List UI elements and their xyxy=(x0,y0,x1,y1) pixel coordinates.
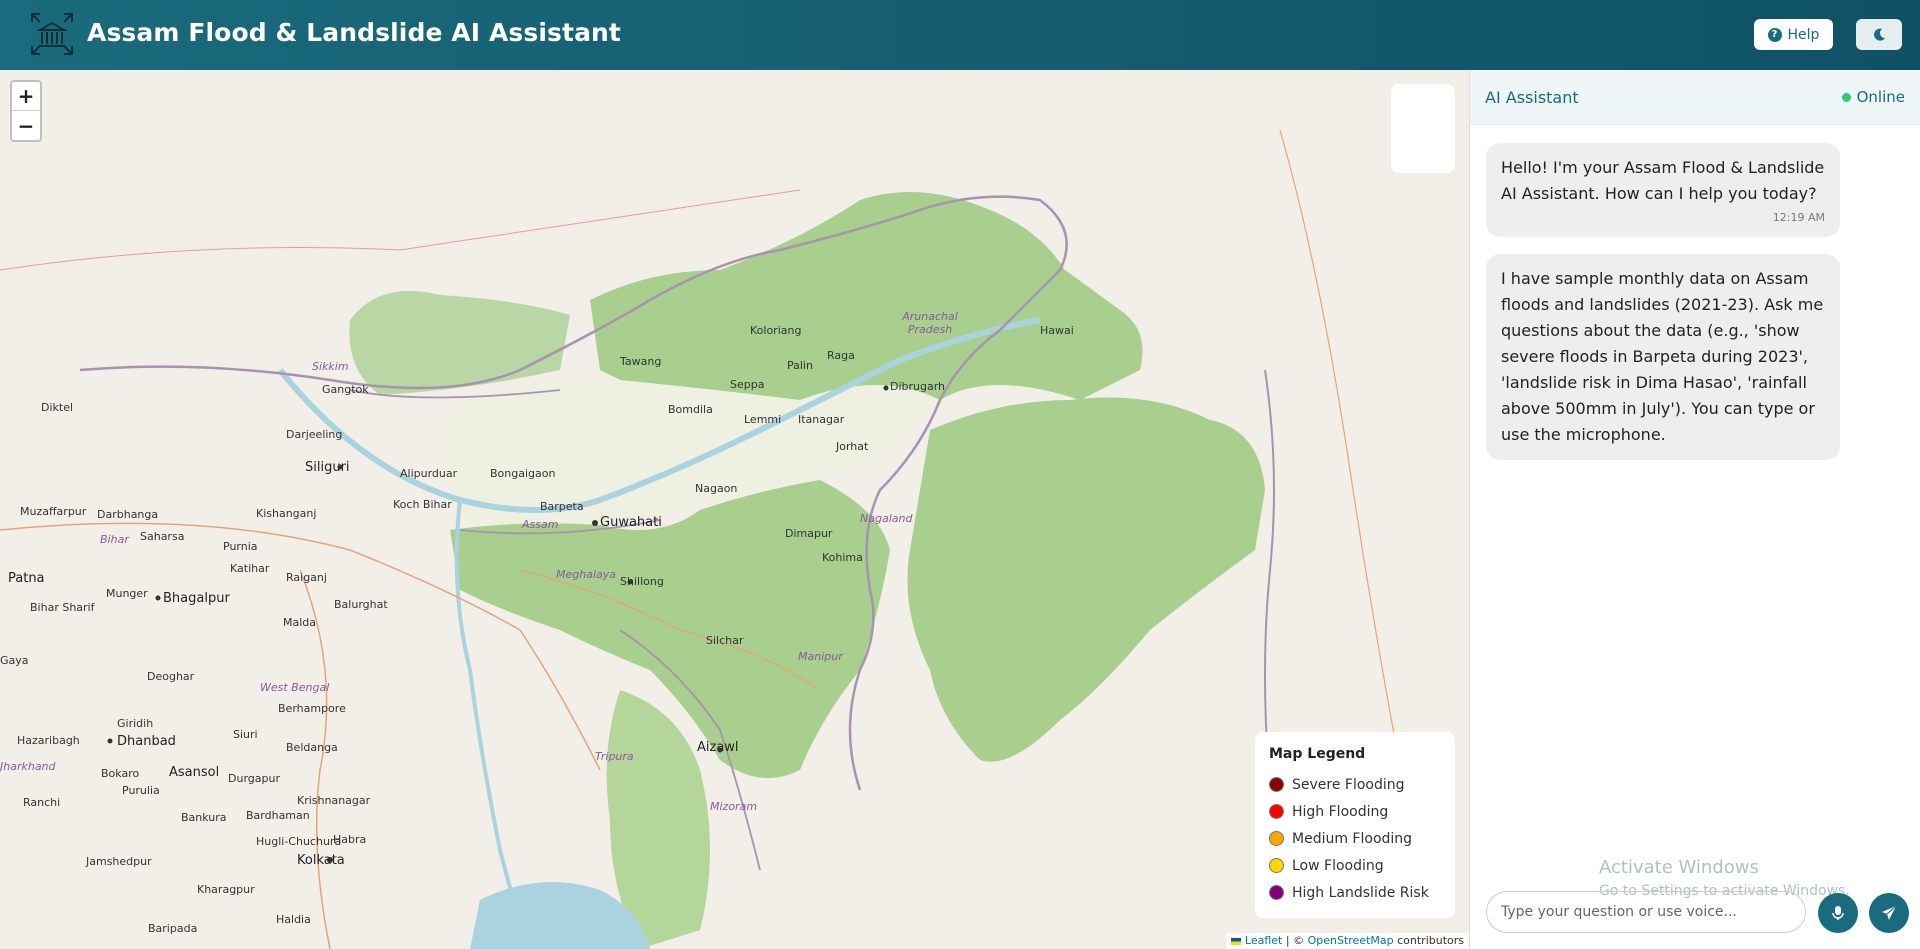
chat-message: I have sample monthly data on Assam floo… xyxy=(1486,254,1840,460)
chat-message: Hello! I'm your Assam Flood & Landslide … xyxy=(1486,143,1840,237)
map-attribution: Leaflet | © OpenStreetMap contributors xyxy=(1226,933,1469,949)
legend-item: High Landslide Risk xyxy=(1269,879,1441,906)
legend-item: Severe Flooding xyxy=(1269,771,1441,798)
legend-title: Map Legend xyxy=(1269,746,1366,762)
legend-swatch-high xyxy=(1269,804,1284,819)
activate-windows-title: Activate Windows xyxy=(1599,857,1759,878)
legend-swatch-landslide xyxy=(1269,885,1284,900)
message-text: Hello! I'm your Assam Flood & Landslide … xyxy=(1501,158,1825,203)
status-label: Online xyxy=(1856,88,1905,106)
leaflet-flag-icon xyxy=(1231,937,1242,945)
microphone-icon xyxy=(1832,906,1844,920)
legend-swatch-severe xyxy=(1269,777,1284,792)
moon-icon xyxy=(1874,28,1885,41)
help-label: Help xyxy=(1787,26,1820,43)
send-icon xyxy=(1882,905,1897,920)
legend-label: Low Flooding xyxy=(1292,857,1384,874)
mic-button[interactable] xyxy=(1818,893,1858,933)
legend-label: Severe Flooding xyxy=(1292,776,1405,793)
legend-item: Medium Flooding xyxy=(1269,825,1441,852)
attribution-contributors: contributors xyxy=(1393,934,1464,947)
chat-input-row xyxy=(1486,891,1909,933)
legend-swatch-medium xyxy=(1269,831,1284,846)
message-time: 12:19 AM xyxy=(1772,211,1825,224)
theme-toggle-button[interactable] xyxy=(1856,19,1902,50)
legend-item: High Flooding xyxy=(1269,798,1441,825)
app-header: Assam Flood & Landslide AI Assistant ? H… xyxy=(0,0,1920,70)
osm-link[interactable]: OpenStreetMap xyxy=(1308,934,1394,947)
legend-label: High Flooding xyxy=(1292,803,1389,820)
legend-item: Low Flooding xyxy=(1269,852,1441,879)
question-circle-icon: ? xyxy=(1767,27,1782,42)
chat-panel: AI Assistant Online Hello! I'm your Assa… xyxy=(1469,70,1920,949)
city-markers xyxy=(107,385,889,863)
zoom-in-button[interactable]: + xyxy=(12,82,40,111)
message-text: I have sample monthly data on Assam floo… xyxy=(1501,269,1824,444)
legend-label: High Landslide Risk xyxy=(1292,884,1429,901)
app-title: Assam Flood & Landslide AI Assistant xyxy=(87,18,621,47)
chat-title: AI Assistant xyxy=(1485,87,1579,107)
building-expand-icon xyxy=(31,13,73,55)
map-view[interactable]: Guwahati Barpeta Assam Dibrugarh Jorhat … xyxy=(0,70,1469,949)
online-dot-icon xyxy=(1841,92,1851,102)
map-control-panel[interactable] xyxy=(1391,84,1455,173)
map-legend: Map Legend Severe Flooding High Flooding… xyxy=(1255,732,1455,918)
status-badge: Online xyxy=(1841,88,1905,106)
zoom-control: + − xyxy=(10,80,42,142)
attribution-sep: | © xyxy=(1282,934,1308,947)
help-button[interactable]: ? Help xyxy=(1754,19,1833,50)
chat-header: AI Assistant Online xyxy=(1470,70,1920,125)
zoom-out-button[interactable]: − xyxy=(12,111,40,140)
legend-swatch-low xyxy=(1269,858,1284,873)
legend-label: Medium Flooding xyxy=(1292,830,1413,847)
chat-input[interactable] xyxy=(1486,891,1806,933)
leaflet-link[interactable]: Leaflet xyxy=(1245,934,1282,947)
send-button[interactable] xyxy=(1869,893,1909,933)
